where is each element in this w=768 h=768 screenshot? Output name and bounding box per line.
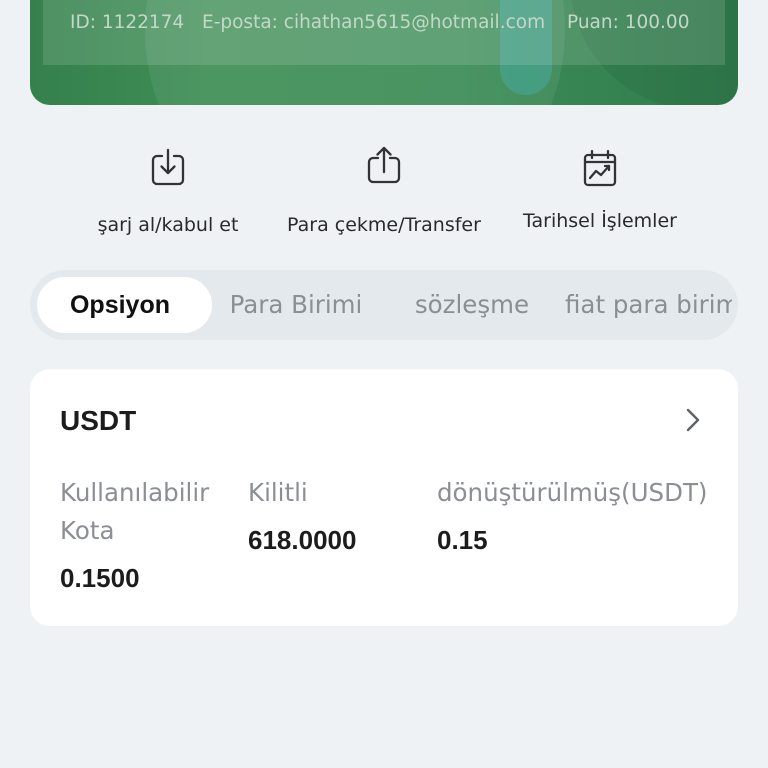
asset-card-header[interactable]: USDT	[30, 369, 738, 459]
locked-label: Kilitli	[248, 478, 308, 507]
tabs-scroll-area[interactable]: Opsiyon Para Birimi sözleşme fiat para b…	[36, 270, 732, 340]
tab-fiat-para-birimi[interactable]: fiat para birim	[565, 270, 732, 340]
wallet-tabs: Opsiyon Para Birimi sözleşme fiat para b…	[30, 270, 738, 340]
download-icon	[151, 148, 185, 186]
currency-title: USDT	[60, 405, 137, 436]
calendar-chart-icon	[583, 149, 617, 187]
converted-label: dönüştürülmüş(USDT)	[437, 478, 708, 507]
account-email: E-posta: cihathan5615@hotmail.com	[202, 12, 546, 33]
chevron-right-icon[interactable]	[685, 407, 701, 433]
asset-card: USDT Kullanılabilir Kota 0.1500 Kilitli …	[30, 369, 738, 626]
account-card: ID: 1122174 E-posta: cihathan5615@hotmai…	[30, 0, 738, 105]
withdraw-transfer-button[interactable]: Para çekme/Transfer	[279, 140, 489, 240]
tab-opsiyon[interactable]: Opsiyon	[37, 277, 212, 333]
converted-column: dönüştürülmüş(USDT) 0.15	[437, 474, 727, 559]
history-button[interactable]: Tarihsel İşlemler	[495, 140, 705, 240]
locked-value: 618.0000	[248, 525, 357, 555]
tab-para-birimi[interactable]: Para Birimi	[211, 270, 381, 340]
withdraw-transfer-label: Para çekme/Transfer	[287, 214, 481, 236]
available-quota-label: Kullanılabilir Kota	[60, 478, 210, 545]
locked-column: Kilitli 618.0000	[248, 474, 428, 559]
available-quota-column: Kullanılabilir Kota 0.1500	[60, 474, 235, 597]
tab-sozlesme[interactable]: sözleşme	[397, 270, 547, 340]
available-quota-value: 0.1500	[60, 563, 140, 593]
account-id: ID: 1122174	[70, 12, 185, 33]
account-info-strip: ID: 1122174 E-posta: cihathan5615@hotmai…	[43, 0, 725, 65]
upload-icon	[367, 146, 401, 184]
account-score: Puan: 100.00	[567, 12, 690, 33]
converted-value: 0.15	[437, 525, 488, 555]
deposit-label: şarj al/kabul et	[97, 214, 239, 236]
deposit-button[interactable]: şarj al/kabul et	[63, 140, 273, 240]
history-label: Tarihsel İşlemler	[523, 210, 677, 232]
